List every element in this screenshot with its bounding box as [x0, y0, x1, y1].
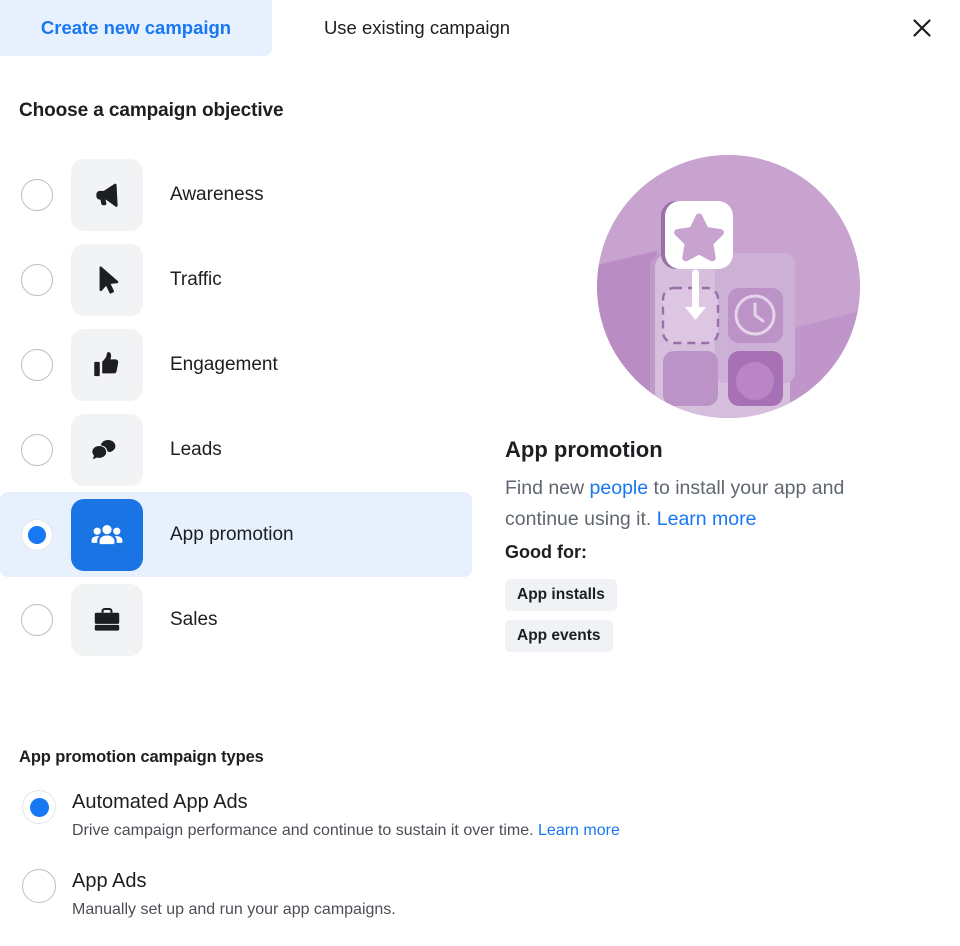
objective-label-traffic: Traffic: [170, 268, 222, 290]
people-link[interactable]: people: [590, 477, 649, 499]
people-group-icon: [89, 517, 125, 553]
cursor-icon: [90, 263, 124, 297]
objective-label-awareness: Awareness: [170, 183, 264, 205]
preview-desc-part1: Find new: [505, 477, 590, 499]
campaign-type-name-automated-app-ads: Automated App Ads: [72, 791, 248, 813]
objective-option-engagement[interactable]: Engagement: [0, 322, 472, 407]
page-title: Choose a campaign objective: [19, 100, 284, 121]
radio-app-promotion[interactable]: [21, 518, 53, 551]
tag-app-installs: App installs: [505, 579, 617, 611]
preview-description: Find new people to install your app and …: [505, 473, 909, 535]
campaign-type-automated-app-ads[interactable]: Automated App Ads Drive campaign perform…: [0, 788, 800, 842]
campaign-type-name-app-ads: App Ads: [72, 870, 147, 892]
objective-label-engagement: Engagement: [170, 353, 278, 375]
campaign-types-list: Automated App Ads Drive campaign perform…: [0, 788, 800, 946]
campaign-type-description-automated-app-ads: Drive campaign performance and continue …: [72, 820, 800, 842]
objective-label-app-promotion: App promotion: [170, 523, 294, 545]
tab-use-existing-campaign-label: Use existing campaign: [323, 17, 511, 38]
app-ads-desc-text: Manually set up and run your app campaig…: [72, 901, 396, 918]
objective-label-sales: Sales: [170, 608, 218, 630]
objective-option-sales[interactable]: Sales: [0, 577, 472, 662]
campaign-types-title: App promotion campaign types: [19, 748, 264, 766]
app-install-illustration: [597, 155, 860, 418]
thumbs-up-icon-box: [71, 328, 143, 401]
objective-label-leads: Leads: [170, 438, 222, 460]
radio-awareness[interactable]: [21, 178, 53, 211]
automated-app-ads-learn-more-link[interactable]: Learn more: [538, 822, 620, 839]
campaign-type-app-ads[interactable]: App Ads Manually set up and run your app…: [0, 867, 800, 921]
tab-use-existing-campaign[interactable]: Use existing campaign: [272, 0, 562, 56]
preview-heading: App promotion: [505, 437, 663, 462]
megaphone-icon: [90, 178, 124, 212]
thumbs-up-icon: [90, 348, 124, 382]
radio-leads[interactable]: [21, 433, 53, 466]
megaphone-icon-box: [71, 158, 143, 231]
speech-bubbles-icon: [90, 433, 124, 467]
tag-app-events: App events: [505, 620, 613, 652]
radio-traffic[interactable]: [21, 263, 53, 296]
good-for-tags: App installs App events: [505, 579, 617, 661]
speech-bubbles-icon-box: [71, 413, 143, 486]
radio-engagement[interactable]: [21, 348, 53, 381]
objective-option-app-promotion[interactable]: App promotion: [0, 492, 472, 577]
tab-bar: Create new campaign Use existing campaig…: [0, 0, 960, 56]
tab-create-new-campaign[interactable]: Create new campaign: [0, 0, 272, 56]
radio-app-ads[interactable]: [22, 869, 56, 903]
objective-list: Awareness Traffic Engagement Leads App p…: [0, 152, 472, 662]
campaign-type-description-app-ads: Manually set up and run your app campaig…: [72, 899, 800, 921]
briefcase-icon: [90, 603, 124, 637]
objective-option-awareness[interactable]: Awareness: [0, 152, 472, 237]
briefcase-icon-box: [71, 583, 143, 656]
people-group-icon-box: [71, 498, 143, 571]
good-for-label: Good for:: [505, 542, 587, 562]
objective-option-leads[interactable]: Leads: [0, 407, 472, 492]
tab-create-new-campaign-label: Create new campaign: [40, 17, 232, 38]
objective-option-traffic[interactable]: Traffic: [0, 237, 472, 322]
automated-app-ads-desc-text: Drive campaign performance and continue …: [72, 822, 534, 839]
close-icon: [910, 16, 934, 40]
cursor-icon-box: [71, 243, 143, 316]
radio-sales[interactable]: [21, 603, 53, 636]
close-button[interactable]: [902, 8, 942, 48]
radio-automated-app-ads[interactable]: [22, 790, 56, 824]
preview-learn-more-link[interactable]: Learn more: [657, 508, 757, 530]
